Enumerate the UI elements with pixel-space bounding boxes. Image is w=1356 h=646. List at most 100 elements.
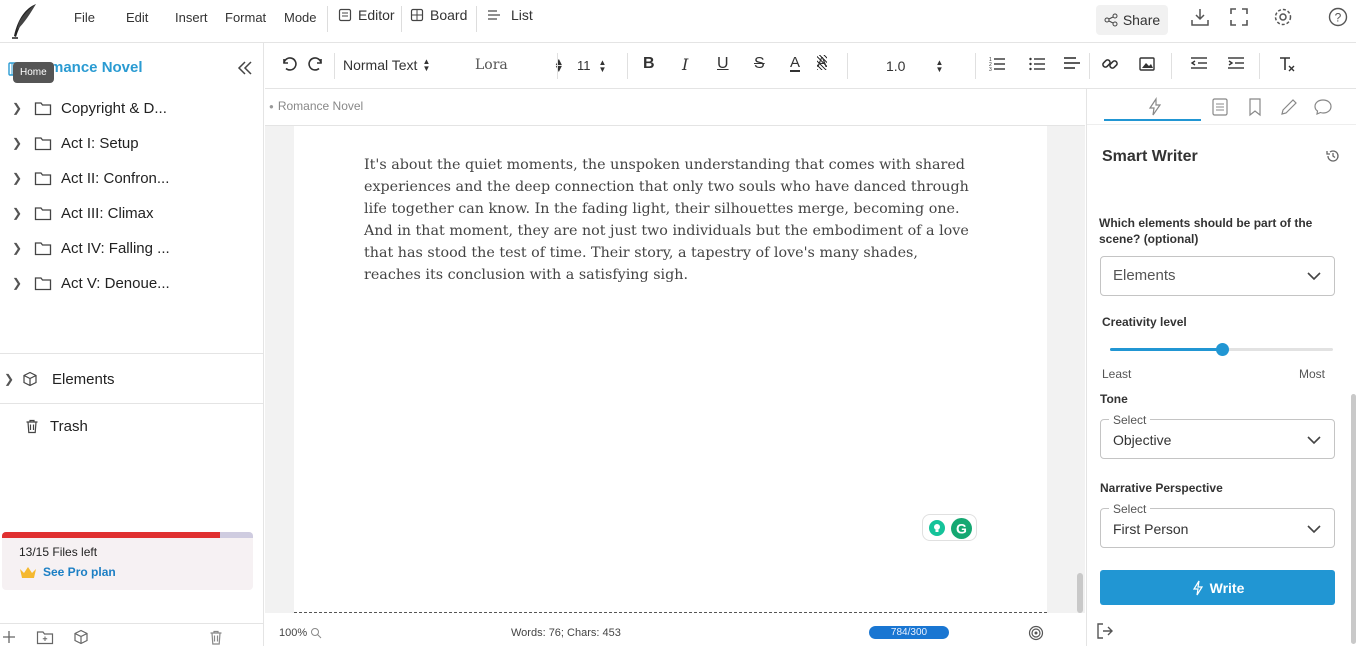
download-icon[interactable] [1189,6,1211,28]
creativity-slider[interactable] [1110,343,1333,356]
tone-select[interactable]: Select Objective [1100,413,1335,459]
comment-icon[interactable] [1313,97,1335,117]
tree-item-act-4[interactable]: ❯ Act IV: Falling ... [12,233,252,263]
delete-trash-icon[interactable] [208,629,224,646]
chevron-right-icon[interactable]: ❯ [4,372,22,386]
outdent-icon[interactable] [1190,55,1208,73]
chevron-right-icon[interactable]: ❯ [12,206,32,220]
mode-list-button[interactable]: List [487,7,533,23]
font-size-select[interactable]: 11 ▲ ▼ [577,58,606,73]
link-icon[interactable] [1101,55,1119,73]
text-style-value: Normal Text [343,57,418,73]
document-text[interactable]: It's about the quiet moments, the unspok… [364,154,976,286]
chevron-right-icon[interactable]: ❯ [12,101,32,115]
collapse-sidebar-icon[interactable] [236,59,254,77]
panel-scrollbar[interactable] [1351,394,1356,644]
bookmark-icon[interactable] [1245,97,1267,117]
narrative-perspective-select[interactable]: Select First Person [1100,502,1335,548]
bullet-list-icon[interactable] [1028,55,1046,73]
elements-select-value: Elements [1113,267,1176,284]
smart-writer-panel: Smart Writer Which elements should be pa… [1086,89,1356,646]
active-tab-indicator [1104,119,1201,121]
settings-gear-icon[interactable] [1272,6,1294,28]
slider-max-label: Most [1299,367,1326,381]
tone-select-value: Objective [1113,432,1172,448]
document-page[interactable]: It's about the quiet moments, the unspok… [294,126,1047,613]
tree-item-act-3[interactable]: ❯ Act III: Climax [12,198,252,228]
chevron-right-icon[interactable]: ❯ [12,241,32,255]
italic-icon[interactable]: I [682,55,688,74]
pro-plan-label: See Pro plan [43,565,116,579]
history-icon[interactable] [1325,148,1341,164]
redo-icon[interactable] [308,55,326,73]
grammarly-g-icon[interactable]: G [951,518,972,539]
pencil-icon[interactable] [1279,97,1301,117]
text-color-icon[interactable]: A [790,55,801,72]
tree-item-label: Act IV: Falling ... [61,239,170,257]
notes-icon[interactable] [1210,97,1232,117]
creativity-slider-thumb[interactable] [1215,343,1229,356]
folder-icon [34,136,52,150]
lightning-icon[interactable] [1145,97,1167,117]
chevron-right-icon[interactable]: ❯ [12,136,32,150]
menu-insert[interactable]: Insert [175,10,208,25]
editor-scrollbar[interactable] [1077,573,1083,613]
elements-select[interactable]: Elements [1100,256,1335,296]
target-icon[interactable] [1028,625,1044,641]
strikethrough-icon[interactable]: S [754,55,765,73]
menu-edit[interactable]: Edit [126,10,148,25]
tree-item-act-5[interactable]: ❯ Act V: Denoue... [12,268,252,298]
clear-formatting-icon[interactable] [1278,55,1296,73]
see-pro-plan-link[interactable]: See Pro plan [19,565,116,579]
files-quota-card: 13/15 Files left See Pro plan [2,532,253,590]
text-style-select[interactable]: Normal Text ▲ ▼ [343,57,430,73]
align-left-icon[interactable] [1063,55,1081,73]
tree-item-act-1[interactable]: ❯ Act I: Setup [12,128,252,158]
menu-mode[interactable]: Mode [284,10,317,25]
numbered-list-icon[interactable]: 123 [988,55,1006,73]
fullscreen-icon[interactable] [1228,6,1250,28]
word-goal-progress: 784/300 [869,626,949,639]
add-icon[interactable] [1,629,17,645]
sidebar-item-elements[interactable]: ❯ Elements [4,364,244,394]
indent-icon[interactable] [1227,55,1245,73]
updown-arrows-icon: ▲ ▼ [422,57,431,73]
breadcrumb[interactable]: ● Romance Novel [269,99,363,113]
zoom-control[interactable]: 100% [279,627,322,639]
image-icon[interactable] [1138,55,1156,73]
files-progress-fill [2,532,220,538]
chevron-down-icon [1307,436,1321,445]
highlight-color-icon[interactable]: A [817,55,828,70]
breadcrumb-bar: ● Romance Novel [265,89,1085,126]
font-family-select[interactable]: Lora ▲ ▼ [475,57,562,73]
cube-icon [23,371,37,387]
add-folder-icon[interactable] [36,629,54,645]
tree-item-copyright[interactable]: ❯ Copyright & D... [12,93,252,123]
chevron-right-icon[interactable]: ❯ [12,276,32,290]
share-button[interactable]: Share [1096,5,1168,35]
mode-board-button[interactable]: Board [410,7,467,23]
perspective-caption: Select [1109,502,1151,516]
grammarly-widget[interactable]: G [922,514,977,541]
tree-item-act-2[interactable]: ❯ Act II: Confron... [12,163,252,193]
bold-icon[interactable]: B [643,55,655,73]
quill-logo-icon[interactable] [8,2,40,40]
sidebar: Home Romance Novel ❯ Copyright & D... ❯ … [0,43,264,646]
line-spacing-select[interactable]: 1.0 ▲ ▼ [886,58,943,74]
sidebar-item-trash[interactable]: Trash [24,411,264,441]
undo-icon[interactable] [279,55,297,73]
divider [0,353,264,354]
menu-format[interactable]: Format [225,10,266,25]
add-element-cube-icon[interactable] [73,629,89,645]
svg-text:3: 3 [989,67,992,73]
write-button[interactable]: Write [1100,570,1335,605]
chevron-right-icon[interactable]: ❯ [12,171,32,185]
underline-icon[interactable]: U [717,55,729,73]
menu-file[interactable]: File [74,10,95,25]
lightbulb-icon[interactable] [929,520,945,536]
dot-icon: ● [269,101,274,111]
exit-icon[interactable] [1095,621,1115,641]
help-icon[interactable]: ? [1327,6,1349,28]
zoom-icon [311,628,322,639]
mode-editor-button[interactable]: Editor [338,7,395,23]
